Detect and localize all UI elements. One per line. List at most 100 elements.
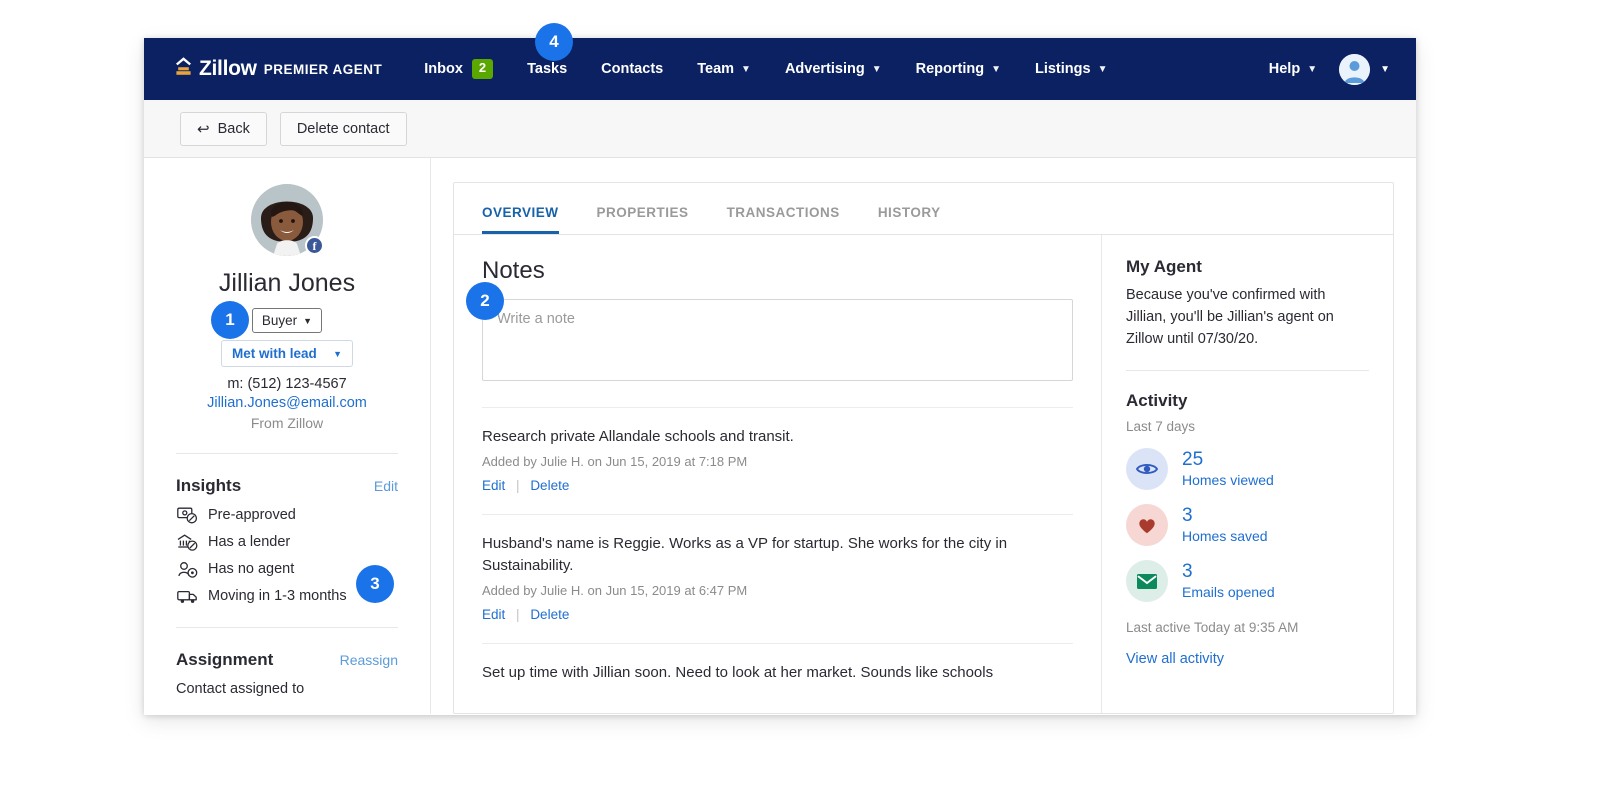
chevron-down-icon: ▼ xyxy=(872,64,882,75)
reassign-link[interactable]: Reassign xyxy=(340,652,398,668)
lender-bank-icon xyxy=(176,533,198,551)
nav-item-tasks[interactable]: Tasks xyxy=(527,61,567,77)
note-action-divider: | xyxy=(516,607,520,622)
activity-subtitle: Last 7 days xyxy=(1126,419,1369,434)
insight-label: Pre-approved xyxy=(208,507,296,523)
main-column: OVERVIEW PROPERTIES TRANSACTIONS HISTORY… xyxy=(431,158,1416,714)
chevron-down-icon: ▼ xyxy=(991,64,1001,75)
back-button[interactable]: ↩ Back xyxy=(180,112,267,146)
activity-stat-label: Emails opened xyxy=(1182,584,1275,600)
nav-item-advertising[interactable]: Advertising ▼ xyxy=(785,61,882,77)
overview-card: OVERVIEW PROPERTIES TRANSACTIONS HISTORY… xyxy=(453,182,1394,714)
action-toolbar: ↩ Back Delete contact xyxy=(144,100,1416,158)
insights-title: Insights xyxy=(176,476,241,496)
notes-pane: Notes Research private Allandale schools… xyxy=(454,235,1101,713)
activity-stat-label: Homes viewed xyxy=(1182,472,1274,488)
note-text: Husband's name is Reggie. Works as a VP … xyxy=(482,533,1073,576)
tab-history[interactable]: HISTORY xyxy=(878,205,941,234)
note-meta: Added by Julie H. on Jun 15, 2019 at 6:4… xyxy=(482,583,1073,598)
tab-properties[interactable]: PROPERTIES xyxy=(597,205,689,234)
note-delete-link[interactable]: Delete xyxy=(530,478,569,493)
contact-status-dropdown[interactable]: Met with lead ▼ xyxy=(221,340,353,367)
account-chevron-down-icon[interactable]: ▼ xyxy=(1380,64,1390,75)
zillow-premier-agent-logo[interactable]: Zillow PREMIER AGENT xyxy=(174,56,382,82)
last-active-text: Last active Today at 9:35 AM xyxy=(1126,620,1369,635)
note-action-divider: | xyxy=(516,478,520,493)
nav-item-reporting[interactable]: Reporting ▼ xyxy=(916,61,1001,77)
activity-stat-homes-saved: 3 Homes saved xyxy=(1126,504,1369,546)
chevron-down-icon: ▼ xyxy=(333,349,342,359)
my-agent-title: My Agent xyxy=(1126,257,1369,277)
chevron-down-icon: ▼ xyxy=(1098,64,1108,75)
tab-overview[interactable]: OVERVIEW xyxy=(482,205,559,234)
chevron-down-icon: ▼ xyxy=(741,64,751,75)
back-button-label: Back xyxy=(218,121,250,137)
no-agent-icon xyxy=(176,560,198,578)
nav-item-contacts[interactable]: Contacts xyxy=(601,61,663,77)
contact-type-label: Buyer xyxy=(262,313,297,328)
write-note-input[interactable] xyxy=(482,299,1073,381)
chevron-down-icon: ▼ xyxy=(1307,64,1317,75)
contact-source: From Zillow xyxy=(176,415,398,431)
tab-transactions[interactable]: TRANSACTIONS xyxy=(727,205,840,234)
activity-rail: My Agent Because you've confirmed with J… xyxy=(1101,235,1393,713)
notes-title: Notes xyxy=(482,257,1073,285)
step-marker-1: 1 xyxy=(211,301,249,339)
sidebar-divider-1 xyxy=(176,453,398,454)
nav-item-team[interactable]: Team ▼ xyxy=(697,61,751,77)
app-window: Zillow PREMIER AGENT Inbox 2 Tasks Conta… xyxy=(144,38,1416,715)
nav-item-listings-label: Listings xyxy=(1035,61,1091,77)
assignment-text: Contact assigned to xyxy=(176,681,398,697)
page-content: f Jillian Jones Buyer ▼ Met with lead ▼ … xyxy=(144,158,1416,714)
facebook-icon: f xyxy=(305,236,324,255)
account-avatar[interactable] xyxy=(1339,54,1370,85)
moving-truck-icon xyxy=(176,587,198,605)
contact-status-label: Met with lead xyxy=(232,346,317,361)
delete-contact-label: Delete contact xyxy=(297,121,390,137)
nav-item-advertising-label: Advertising xyxy=(785,61,865,77)
nav-item-inbox[interactable]: Inbox 2 xyxy=(424,59,493,79)
activity-stat-label: Homes saved xyxy=(1182,528,1268,544)
note-actions: Edit | Delete xyxy=(482,607,1073,622)
contact-phone: m: (512) 123-4567 xyxy=(176,376,398,392)
note-edit-link[interactable]: Edit xyxy=(482,607,505,622)
insight-item-pre-approved: Pre-approved xyxy=(176,506,398,524)
contact-tabs: OVERVIEW PROPERTIES TRANSACTIONS HISTORY xyxy=(454,183,1393,235)
activity-stat-value: 3 xyxy=(1182,506,1268,526)
step-marker-3: 3 xyxy=(356,565,394,603)
note-edit-link[interactable]: Edit xyxy=(482,478,505,493)
back-arrow-icon: ↩ xyxy=(197,120,210,138)
contact-avatar-wrap: f xyxy=(251,184,323,256)
note-delete-link[interactable]: Delete xyxy=(530,607,569,622)
nav-item-tasks-label: Tasks xyxy=(527,61,567,77)
contact-type-dropdown[interactable]: Buyer ▼ xyxy=(252,308,322,333)
insight-label: Moving in 1-3 months xyxy=(208,588,347,604)
activity-stat-text: 3 Emails opened xyxy=(1182,562,1275,600)
contact-email-link[interactable]: Jillian.Jones@email.com xyxy=(176,395,398,411)
delete-contact-button[interactable]: Delete contact xyxy=(280,112,407,146)
insight-label: Has no agent xyxy=(208,561,294,577)
step-marker-2: 2 xyxy=(466,282,504,320)
inbox-unread-badge: 2 xyxy=(472,59,493,79)
nav-item-help[interactable]: Help ▼ xyxy=(1269,61,1317,77)
chevron-down-icon: ▼ xyxy=(303,316,312,326)
note-text: Research private Allandale schools and t… xyxy=(482,426,1073,447)
view-all-activity-link[interactable]: View all activity xyxy=(1126,651,1369,667)
insight-label: Has a lender xyxy=(208,534,290,550)
activity-stat-text: 25 Homes viewed xyxy=(1182,450,1274,488)
insights-edit-link[interactable]: Edit xyxy=(374,478,398,494)
assignment-title: Assignment xyxy=(176,650,273,670)
note-actions: Edit | Delete xyxy=(482,478,1073,493)
activity-stat-value: 25 xyxy=(1182,450,1274,470)
nav-item-listings[interactable]: Listings ▼ xyxy=(1035,61,1108,77)
nav-right-group: Help ▼ ▼ xyxy=(1269,54,1390,85)
zillow-house-icon xyxy=(174,56,193,82)
envelope-icon xyxy=(1126,560,1168,602)
contact-type-row: Buyer ▼ xyxy=(176,308,398,333)
my-agent-body: Because you've confirmed with Jillian, y… xyxy=(1126,285,1369,350)
screenshot-stage: Zillow PREMIER AGENT Inbox 2 Tasks Conta… xyxy=(0,0,1600,791)
contact-status-row: Met with lead ▼ xyxy=(176,340,398,367)
eye-icon xyxy=(1126,448,1168,490)
activity-stat-text: 3 Homes saved xyxy=(1182,506,1268,544)
activity-title: Activity xyxy=(1126,391,1369,411)
